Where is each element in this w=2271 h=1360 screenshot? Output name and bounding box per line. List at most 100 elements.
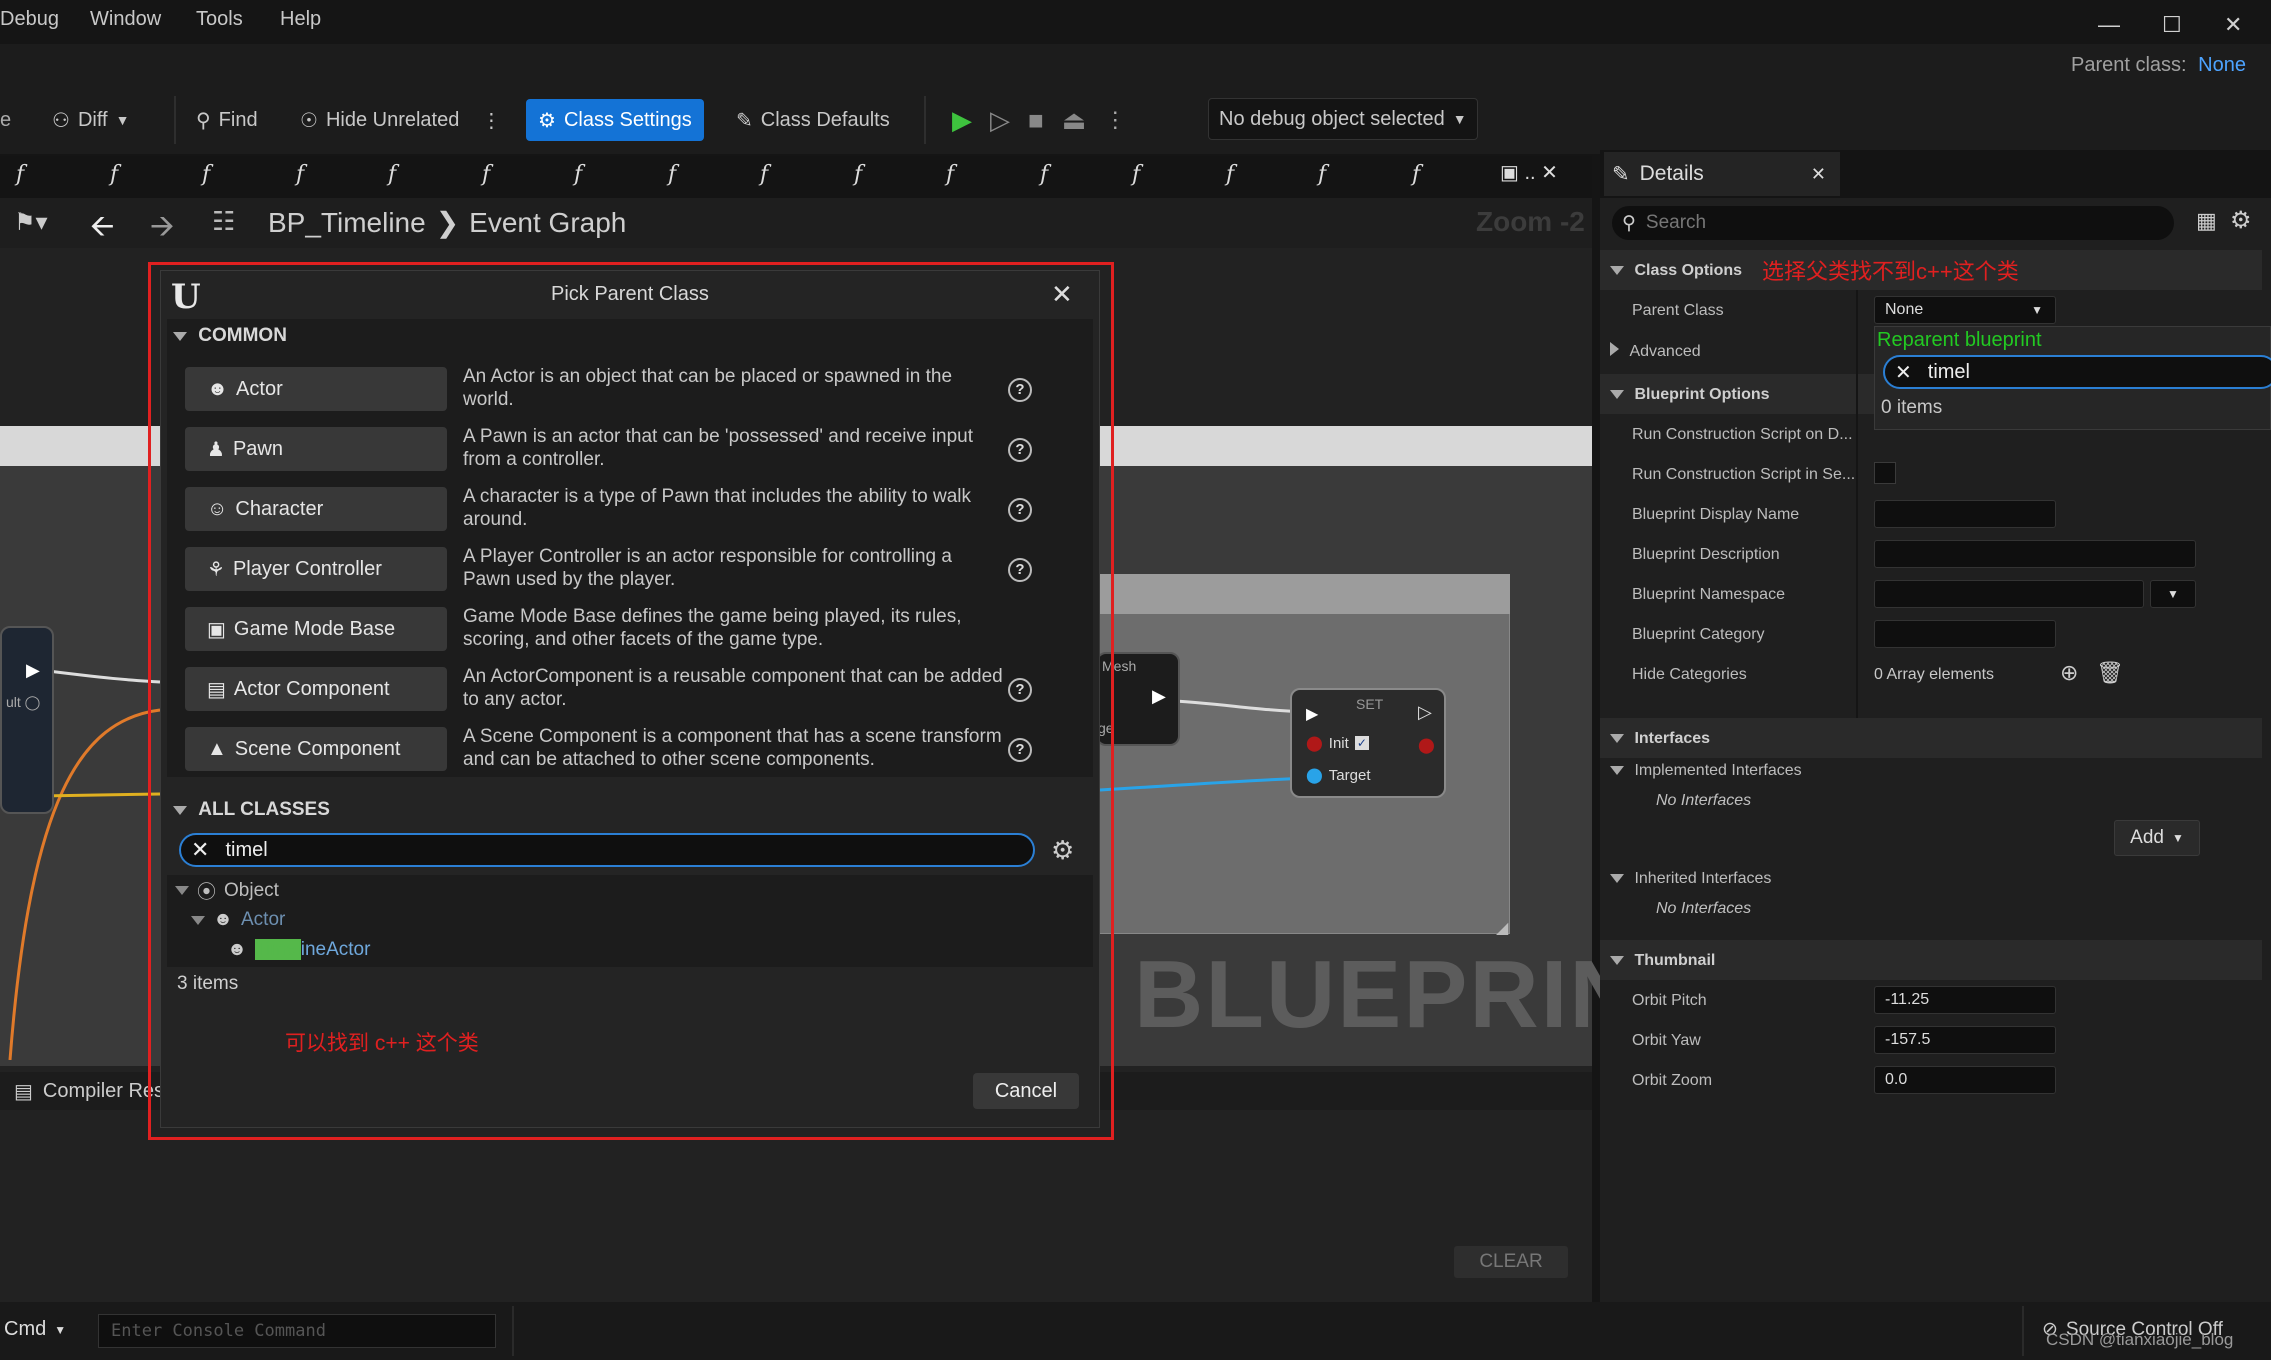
breadcrumb-blueprint[interactable]: BP_Timeline [268, 207, 426, 239]
play-controls: ▶ ▷ ■ ⏏ ⋮ [952, 100, 1126, 140]
close-tab-icon[interactable]: ✕ [1811, 164, 1826, 185]
class-settings-button[interactable]: ⚙ Class Settings [526, 99, 704, 141]
tab-close-icon[interactable]: ▣ .. ✕ [1500, 160, 1558, 185]
target-label: Target [1328, 766, 1371, 784]
event-node[interactable]: ▶ ult ◯ [0, 626, 54, 814]
menu-debug[interactable]: Debug [0, 8, 59, 31]
description-field[interactable] [1874, 540, 2196, 568]
function-icon[interactable]: f [1412, 162, 1420, 187]
function-icon[interactable]: f [110, 162, 118, 187]
inherited-interfaces-row[interactable]: Inherited Interfaces [1610, 870, 1771, 888]
diff-button[interactable]: ⚇ Diff ▼ [52, 100, 129, 140]
function-icon[interactable]: f [1318, 162, 1326, 187]
chevron-down-icon: ▼ [115, 112, 130, 128]
details-search-input[interactable]: ⚲ Search [1612, 206, 2174, 240]
delete-icon[interactable]: 🗑 [2096, 660, 2124, 686]
add-interface-button[interactable]: Add ▼ [2114, 820, 2200, 856]
init-pin[interactable]: ⬤ Init ✓ [1306, 734, 1369, 752]
target-pin[interactable]: ⬤ Target [1306, 766, 1371, 785]
parent-class-label: Parent Class [1632, 302, 1724, 319]
step-icon[interactable]: ▷ [990, 105, 1010, 136]
debug-object-select[interactable]: No debug object selected ▼ [1208, 98, 1478, 140]
play-options-icon[interactable]: ⋮ [1104, 107, 1126, 133]
thumbnail-header[interactable]: Thumbnail [1610, 952, 1715, 970]
run-construction-drag-label: Run Construction Script on D... [1632, 426, 1853, 443]
function-icon[interactable]: f [946, 162, 954, 187]
play-icon[interactable]: ▶ [952, 105, 972, 136]
chevron-right-icon: ❯ [435, 207, 460, 238]
reparent-popup: Reparent blueprint ✕ timel 0 items [1874, 326, 2271, 430]
blueprint-options-header[interactable]: Blueprint Options [1610, 386, 1770, 404]
menu-tools[interactable]: Tools [196, 8, 243, 31]
bool-out-pin-icon[interactable]: ⬤ [1418, 736, 1435, 754]
parent-class-value[interactable]: None [2198, 54, 2246, 76]
class-options-header[interactable]: Class Options [1610, 262, 1742, 280]
exec-pin-icon[interactable]: ▶ [1152, 686, 1166, 707]
hide-unrelated-button[interactable]: ☉ Hide Unrelated ⋮ [300, 100, 501, 140]
function-icon[interactable]: f [574, 162, 582, 187]
clear-search-icon[interactable]: ✕ [1895, 360, 1912, 385]
exec-pin-icon[interactable]: ▶ [26, 660, 40, 681]
bookmark-icon[interactable]: ⚑▾ [14, 208, 48, 237]
search-icon: ⚲ [1622, 212, 1636, 234]
menu-help[interactable]: Help [280, 8, 321, 31]
clear-button[interactable]: CLEAR [1454, 1246, 1568, 1278]
graph-header [0, 198, 1592, 248]
orbit-pitch-field[interactable]: -11.25 [1874, 986, 2056, 1014]
function-icon[interactable]: f [202, 162, 210, 187]
function-icon[interactable]: f [1132, 162, 1140, 187]
settings-icon[interactable]: ⚙ [2230, 206, 2252, 235]
diff-label: Diff [77, 108, 108, 131]
details-tab[interactable]: ✎ Details ✕ [1604, 152, 1840, 196]
namespace-dropdown[interactable]: ▼ [2150, 580, 2196, 608]
menu-window[interactable]: Window [90, 8, 161, 31]
function-icon[interactable]: f [668, 162, 676, 187]
display-name-field[interactable] [1874, 500, 2056, 528]
eject-icon[interactable]: ⏏ [1062, 105, 1087, 136]
parent-class-dropdown[interactable]: None ▼ [1874, 296, 2056, 324]
category-field[interactable] [1874, 620, 2056, 648]
interfaces-header[interactable]: Interfaces [1610, 730, 1710, 748]
add-element-icon[interactable]: ⊕ [2060, 660, 2078, 686]
back-arrow-icon[interactable]: 🡨 [90, 204, 114, 255]
set-node-title: SET [1356, 696, 1384, 712]
hide-unrelated-icon: ☉ [300, 109, 318, 132]
namespace-field[interactable] [1874, 580, 2144, 608]
exec-in-pin-icon[interactable]: ▶ [1306, 704, 1318, 724]
cmd-dropdown[interactable]: Cmd ▼ [4, 1318, 66, 1341]
set-node[interactable]: SET ▶ ▷ ⬤ Init ✓ ⬤ ⬤ Target [1290, 688, 1446, 798]
find-button[interactable]: ⚲ Find [196, 100, 258, 140]
table-view-icon[interactable]: ▦ [2196, 208, 2217, 234]
function-icon[interactable]: f [16, 162, 24, 187]
run-construction-checkbox[interactable] [1874, 462, 1896, 484]
resize-handle-icon[interactable]: ◢ [1496, 918, 1508, 938]
function-icon[interactable]: f [388, 162, 396, 187]
class-defaults-button[interactable]: ✎ Class Defaults [736, 100, 890, 140]
function-icon[interactable]: f [1040, 162, 1048, 187]
advanced-row[interactable]: Advanced [1610, 342, 1701, 361]
function-icon[interactable]: f [296, 162, 304, 187]
function-icon[interactable]: f [1226, 162, 1234, 187]
exec-out-pin-icon[interactable]: ▷ [1418, 702, 1432, 723]
maximize-icon[interactable]: ☐ [2162, 12, 2182, 38]
close-icon[interactable]: ✕ [2224, 12, 2242, 38]
implemented-interfaces-row[interactable]: Implemented Interfaces [1610, 762, 1802, 780]
orbit-yaw-field[interactable]: -157.5 [1874, 1026, 2056, 1054]
object-pin-icon: ⬤ [1306, 767, 1323, 784]
forward-arrow-icon[interactable]: 🡪 [150, 204, 174, 255]
orbit-zoom-field[interactable]: 0.0 [1874, 1066, 2056, 1094]
bool-pin-icon: ⬤ [1306, 735, 1323, 752]
function-icon[interactable]: f [482, 162, 490, 187]
breadcrumb-graph[interactable]: Event Graph [469, 207, 626, 239]
init-label: Init [1328, 734, 1349, 752]
checkbox-icon[interactable]: ✓ [1354, 736, 1369, 750]
more-options-icon[interactable]: ⋮ [481, 108, 501, 133]
chevron-down-icon: ▼ [2167, 587, 2179, 601]
minimize-icon[interactable]: — [2098, 12, 2120, 38]
function-icon[interactable]: f [854, 162, 862, 187]
function-icon[interactable]: f [760, 162, 768, 187]
stop-icon[interactable]: ■ [1028, 105, 1044, 136]
console-input[interactable]: Enter Console Command [98, 1314, 496, 1348]
reparent-search-input[interactable]: ✕ timel [1883, 355, 2271, 389]
no-implemented-interfaces: No Interfaces [1656, 792, 1752, 809]
